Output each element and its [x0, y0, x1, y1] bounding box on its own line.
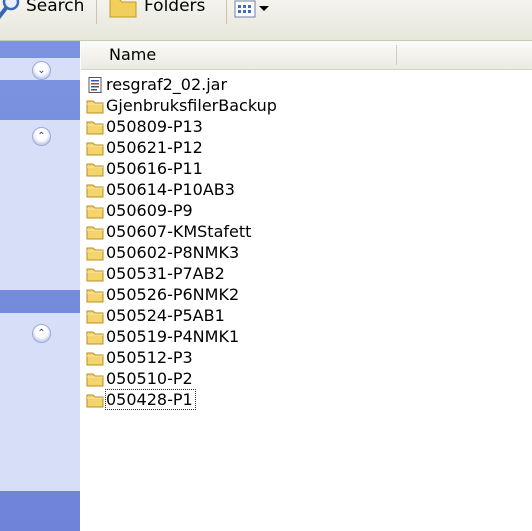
folders-icon: [108, 0, 138, 19]
folder-icon: [86, 98, 104, 114]
column-divider[interactable]: [396, 45, 397, 65]
list-item[interactable]: 050621-P12: [86, 137, 506, 158]
folder-icon: [86, 119, 104, 135]
folder-icon: [86, 266, 104, 282]
list-item[interactable]: 050531-P7AB2: [86, 263, 506, 284]
views-icon: [233, 0, 273, 20]
list-item-label: 050510-P2: [106, 369, 193, 388]
list-item-label: 050519-P4NMK1: [106, 327, 240, 346]
list-item-label: 050809-P13: [106, 117, 203, 136]
search-label: Search: [26, 0, 85, 16]
list-item-label: 050614-P10AB3: [106, 180, 235, 199]
list-item[interactable]: 050512-P3: [86, 347, 506, 368]
folder-icon: [86, 308, 104, 324]
folder-icon: [86, 392, 104, 408]
list-item-label: 050531-P7AB2: [106, 264, 225, 283]
list-item[interactable]: 050526-P6NMK2: [86, 284, 506, 305]
list-item-label: 050609-P9: [106, 201, 193, 220]
search-icon: [0, 0, 20, 19]
list-item[interactable]: 050519-P4NMK1: [86, 326, 506, 347]
list-item[interactable]: 050809-P13: [86, 116, 506, 137]
list-item-label: GjenbruksfilerBackup: [106, 96, 277, 115]
folder-icon: [86, 371, 104, 387]
chevron-down-icon[interactable]: ⌄: [32, 61, 51, 80]
folder-icon: [86, 161, 104, 177]
list-item-label: 050621-P12: [106, 138, 203, 157]
list-item-label: 050428-P1: [105, 389, 196, 410]
list-item[interactable]: 050510-P2: [86, 368, 506, 389]
list-item[interactable]: 050609-P9: [86, 200, 506, 221]
folders-button[interactable]: Folders: [108, 0, 205, 21]
toolbar: Search Folders: [0, 0, 532, 41]
file-list: resgraf2_02.jar GjenbruksfilerBackup 05080…: [86, 74, 506, 410]
folder-icon: [86, 329, 104, 345]
list-header: Name: [81, 41, 532, 70]
list-item[interactable]: 050616-P11: [86, 158, 506, 179]
chevron-up-icon[interactable]: ⌃: [32, 324, 51, 343]
folder-icon: [86, 224, 104, 240]
chevron-up-icon[interactable]: ⌃: [32, 127, 51, 146]
views-button[interactable]: [233, 0, 273, 24]
search-button[interactable]: Search: [0, 0, 84, 21]
list-item-label: 050524-P5AB1: [106, 306, 225, 325]
list-item-label: 050607-KMStafett: [106, 222, 252, 241]
list-item-label: 050512-P3: [106, 348, 193, 367]
toolbar-separator: [96, 0, 97, 24]
folder-icon: [86, 287, 104, 303]
list-item[interactable]: 050524-P5AB1: [86, 305, 506, 326]
list-item-label: 050526-P6NMK2: [106, 285, 240, 304]
task-pane: ⌄ ⌃ ⌃: [0, 41, 80, 531]
jar-file-icon: [86, 76, 104, 93]
folder-icon: [86, 350, 104, 366]
list-item-label: 050616-P11: [106, 159, 203, 178]
list-item[interactable]: resgraf2_02.jar: [86, 74, 506, 95]
folder-icon: [86, 182, 104, 198]
folder-icon: [86, 140, 104, 156]
list-item[interactable]: 050602-P8NMK3: [86, 242, 506, 263]
column-header-name[interactable]: Name: [109, 45, 156, 64]
list-item-label: 050602-P8NMK3: [106, 243, 240, 262]
folders-label: Folders: [144, 0, 206, 16]
list-item[interactable]: 050614-P10AB3: [86, 179, 506, 200]
list-item[interactable]: 050428-P1: [86, 389, 506, 410]
list-item[interactable]: GjenbruksfilerBackup: [86, 95, 506, 116]
list-item[interactable]: 050607-KMStafett: [86, 221, 506, 242]
folder-icon: [86, 245, 104, 261]
folder-icon: [86, 203, 104, 219]
toolbar-separator: [226, 0, 227, 24]
list-item-label: resgraf2_02.jar: [106, 75, 228, 94]
